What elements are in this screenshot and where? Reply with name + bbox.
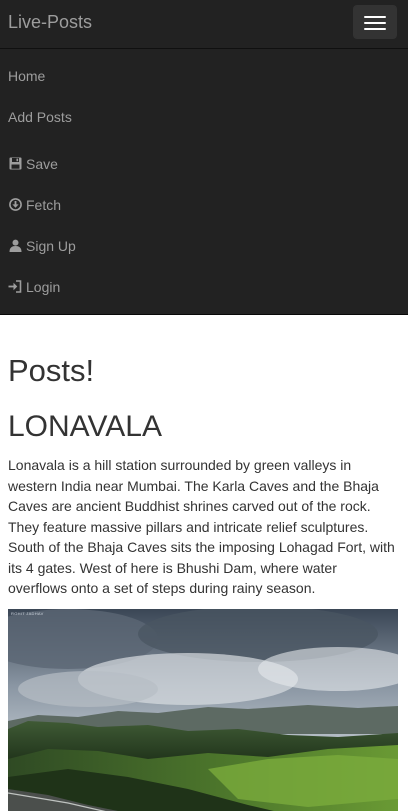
- post-body: Lonavala is a hill station surrounded by…: [8, 457, 395, 596]
- navbar-menu: Home Add Posts Save Fetch Sign Up Login: [0, 55, 408, 307]
- navbar-header: Live-Posts: [0, 0, 408, 46]
- post-card: LONAVALA Lonavala is a hill station surr…: [8, 409, 400, 811]
- hamburger-icon-bar: [364, 22, 386, 24]
- top-navbar: Live-Posts Home Add Posts Save Fetch Sig…: [0, 0, 408, 315]
- nav-item-label: Home: [8, 67, 46, 84]
- log-in-icon: [8, 280, 22, 294]
- main-content: Posts! LONAVALA Lonavala is a hill stati…: [0, 353, 408, 811]
- image-watermark: Rohit Jadhav: [11, 610, 44, 616]
- floppy-disk-icon: [8, 157, 22, 171]
- nav-item-label: Fetch: [26, 196, 62, 213]
- nav-item-label: Sign Up: [26, 237, 76, 254]
- nav-item-fetch[interactable]: Fetch: [0, 184, 408, 225]
- post-title: LONAVALA: [8, 410, 162, 443]
- page-title: Posts!: [8, 353, 95, 388]
- nav-item-save[interactable]: Save: [0, 143, 408, 184]
- landscape-photo: [8, 608, 398, 811]
- navbar-divider: [0, 48, 408, 49]
- nav-item-home[interactable]: Home: [0, 55, 408, 96]
- nav-item-sign-up[interactable]: Sign Up: [0, 225, 408, 266]
- download-circle-icon: [8, 198, 22, 212]
- navbar-brand[interactable]: Live-Posts: [8, 11, 92, 33]
- nav-item-label: Add Posts: [8, 108, 72, 125]
- nav-item-label: Save: [26, 155, 58, 172]
- nav-item-add-posts[interactable]: Add Posts: [0, 96, 408, 137]
- navbar-toggle-button[interactable]: [353, 5, 397, 39]
- user-icon: [8, 239, 22, 253]
- hamburger-icon: [364, 16, 386, 18]
- nav-item-label: Login: [26, 278, 61, 295]
- hamburger-icon-bar: [364, 28, 386, 30]
- post-image: Rohit Jadhav: [8, 608, 398, 811]
- nav-item-login[interactable]: Login: [0, 266, 408, 307]
